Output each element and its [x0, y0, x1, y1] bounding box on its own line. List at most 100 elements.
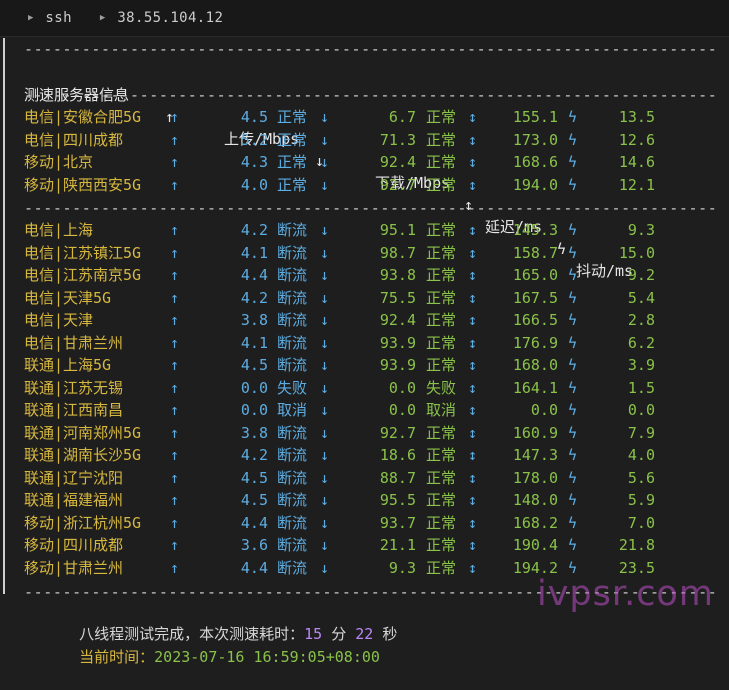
download-value: 92.4 — [379, 153, 416, 171]
jitter-value: 7.9 — [627, 423, 655, 442]
table-row: 移动|四川成都 ↑ 3.6 断流 ↓ 21.1 正常 ↕ 190.4 ϟ 21.8 — [0, 534, 729, 556]
upload-value: 0.0 — [240, 378, 268, 397]
latency-value: 194.0 — [512, 175, 558, 194]
latency-value: 158.7 — [512, 243, 558, 262]
upload-status: 断流 — [277, 446, 308, 464]
download-status: 正常 — [426, 536, 457, 554]
download-value: 98.7 — [379, 243, 416, 262]
upload-value: 4.4 — [240, 513, 268, 532]
server-name: 电信|安徽合肥5G — [24, 108, 142, 126]
arrow-down-icon: ↓ — [320, 378, 330, 397]
download-status: 正常 — [426, 175, 457, 194]
download-status: 正常 — [426, 153, 457, 171]
arrow-updown-icon: ↕ — [468, 266, 478, 284]
arrow-updown-icon: ↕ — [468, 491, 478, 509]
download-value: 18.6 — [379, 446, 416, 464]
arrow-updown-icon: ↕ — [468, 423, 478, 442]
table-row: 联通|江苏无锡 ↑ 0.0 失败 ↓ 0.0 失败 ↕ 164.1 ϟ 1.5 — [0, 377, 729, 399]
arrow-updown-icon: ↕ — [468, 153, 478, 171]
table-header: 测速服务器信息 ↑ 上传/Mbps ↓ 下载/Mbps ↕ 延迟/ms ϟ 抖动… — [0, 62, 729, 280]
download-status: 正常 — [426, 446, 457, 464]
server-name: 联通|湖南长沙5G — [24, 446, 142, 464]
lightning-icon: ϟ — [568, 536, 578, 554]
arrow-updown-icon: ↕ — [468, 288, 478, 307]
upload-value: 3.8 — [240, 423, 268, 442]
table-row: 移动|陕西西安5G ↑ 4.0 正常 ↓ 92.7 正常 ↕ 194.0 ϟ 12.1 — [0, 174, 729, 196]
table-row: 电信|天津5G ↑ 4.2 断流 ↓ 75.5 正常 ↕ 167.5 ϟ 5.4 — [0, 287, 729, 309]
lightning-icon: ϟ — [568, 130, 578, 149]
download-status: 正常 — [426, 311, 457, 329]
upload-value: 4.5 — [240, 491, 268, 509]
latency-value: 164.1 — [512, 378, 558, 397]
upload-status: 断流 — [277, 356, 308, 374]
latency-value: 145.3 — [512, 221, 558, 239]
arrow-down-icon: ↓ — [320, 423, 330, 442]
summary-line: 八线程测试完成，本次测速耗时：15 分 22 秒 — [43, 601, 397, 643]
server-name: 电信|天津 — [24, 311, 94, 329]
lightning-icon: ϟ — [568, 401, 578, 419]
download-value: 95.1 — [379, 221, 416, 239]
chevron-right-icon: ▶ — [99, 13, 106, 23]
table-row: 电信|江苏镇江5G ↑ 4.1 断流 ↓ 98.7 正常 ↕ 158.7 ϟ 15.0 — [0, 242, 729, 264]
download-status: 正常 — [426, 423, 457, 442]
download-status: 取消 — [426, 401, 457, 419]
divider: ----------------------------------------… — [24, 86, 718, 104]
jitter-value: 14.6 — [618, 153, 655, 171]
arrow-updown-icon: ↕ — [468, 446, 478, 464]
arrow-updown-icon: ↕ — [468, 558, 478, 577]
upload-status: 取消 — [277, 401, 308, 419]
arrow-up-icon: ↑ — [170, 333, 180, 352]
table-row: 电信|甘肃兰州 ↑ 4.1 断流 ↓ 93.9 正常 ↕ 176.9 ϟ 6.2 — [0, 332, 729, 354]
jitter-value: 2.8 — [627, 311, 655, 329]
upload-status: 断流 — [277, 423, 308, 442]
jitter-value: 12.1 — [618, 175, 655, 194]
upload-status: 断流 — [277, 243, 308, 262]
download-value: 88.7 — [379, 468, 416, 487]
lightning-icon: ϟ — [568, 356, 578, 374]
arrow-down-icon: ↓ — [320, 536, 330, 554]
arrow-down-icon: ↓ — [320, 356, 330, 374]
server-name: 移动|浙江杭州5G — [24, 513, 142, 532]
server-name: 联通|福建福州 — [24, 491, 124, 509]
arrow-up-icon: ↑ — [170, 558, 180, 577]
arrow-up-icon: ↑ — [170, 491, 180, 509]
table-row: 联通|江西南昌 ↑ 0.0 取消 ↓ 0.0 取消 ↕ 0.0 ϟ 0.0 — [0, 399, 729, 421]
download-status: 正常 — [426, 130, 457, 149]
arrow-up-icon: ↑ — [170, 536, 180, 554]
lightning-icon: ϟ — [568, 311, 578, 329]
arrow-up-icon: ↑ — [170, 266, 180, 284]
upload-value: 3.6 — [240, 536, 268, 554]
server-name: 电信|上海 — [24, 221, 94, 239]
upload-status: 断流 — [277, 311, 308, 329]
time-line: 当前时间：2023-07-16 16:59:05+08:00 — [43, 624, 380, 666]
lightning-icon: ϟ — [568, 266, 578, 284]
jitter-value: 5.4 — [627, 288, 655, 307]
table-row: 电信|天津 ↑ 3.8 断流 ↓ 92.4 正常 ↕ 166.5 ϟ 2.8 — [0, 309, 729, 331]
lightning-icon: ϟ — [568, 378, 578, 397]
latency-value: 166.5 — [512, 311, 558, 329]
download-status: 正常 — [426, 513, 457, 532]
jitter-value: 7.0 — [627, 513, 655, 532]
breadcrumb-item-host[interactable]: 38.55.104.12 — [117, 10, 223, 26]
arrow-updown-icon: ↕ — [468, 378, 478, 397]
table-row: 联通|辽宁沈阳 ↑ 4.5 断流 ↓ 88.7 正常 ↕ 178.0 ϟ 5.6 — [0, 467, 729, 489]
arrow-down-icon: ↓ — [320, 311, 330, 329]
upload-status: 正常 — [277, 153, 308, 171]
arrow-up-icon: ↑ — [170, 288, 180, 307]
upload-value: 4.2 — [240, 446, 268, 464]
latency-value: 160.9 — [512, 423, 558, 442]
download-value: 93.8 — [379, 266, 416, 284]
arrow-down-icon: ↓ — [320, 468, 330, 487]
breadcrumb-item-ssh[interactable]: ssh — [45, 10, 72, 26]
download-status: 正常 — [426, 333, 457, 352]
table-row: 电信|江苏南京5G ↑ 4.4 断流 ↓ 93.8 正常 ↕ 165.0 ϟ 9.2 — [0, 264, 729, 286]
jitter-value: 9.3 — [627, 221, 655, 239]
arrow-up-icon: ↑ — [170, 153, 180, 171]
download-status: 正常 — [426, 266, 457, 284]
download-value: 0.0 — [388, 401, 416, 419]
table-row: 移动|浙江杭州5G ↑ 4.4 断流 ↓ 93.7 正常 ↕ 168.2 ϟ 7.0 — [0, 512, 729, 534]
latency-value: 155.1 — [512, 108, 558, 126]
upload-value: 4.1 — [240, 333, 268, 352]
watermark: ivpsr.com — [537, 574, 714, 614]
upload-status: 断流 — [277, 491, 308, 509]
